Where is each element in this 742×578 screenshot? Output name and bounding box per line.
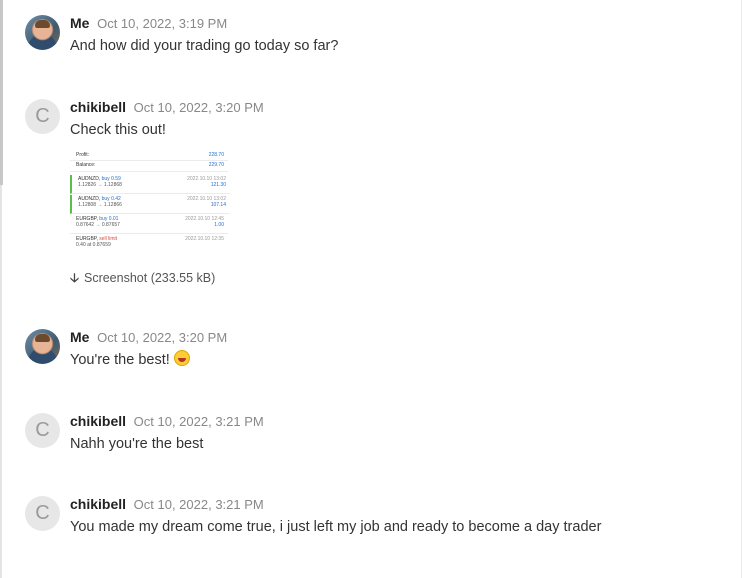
avatar-letter: C [35, 105, 50, 127]
message-text: And how did your trading go today so far… [70, 38, 339, 54]
avatar[interactable]: C [25, 413, 60, 448]
message-timestamp: Oct 10, 2022, 3:19 PM [97, 16, 228, 31]
message-text: You're the best! [70, 350, 610, 371]
download-label: Screenshot (233.55 kB) [83, 271, 216, 285]
avatar[interactable] [25, 329, 60, 364]
sender-name[interactable]: Me [70, 329, 89, 345]
download-arrow-icon: 🡣 [70, 271, 79, 285]
sender-name[interactable]: chikibell [70, 496, 126, 512]
sender-name[interactable]: chikibell [70, 413, 126, 429]
avatar-letter: C [35, 419, 50, 441]
avatar[interactable]: C [25, 496, 60, 531]
avatar-letter: C [35, 502, 50, 524]
summary-row: Balance: 229.70 [70, 161, 228, 172]
trade-row: EURGBP, sell limit 2022.10.10 12:35 0.40… [76, 236, 224, 248]
message-timestamp: Oct 10, 2022, 3:21 PM [133, 497, 264, 512]
sender-name[interactable]: Me [70, 15, 89, 31]
avatar[interactable]: C [25, 99, 60, 134]
avatar[interactable] [25, 15, 60, 50]
screenshot-attachment[interactable]: Profit: 228.70 Balance: 229.70 AUDNZD, b… [70, 151, 230, 256]
trade-row: AUDNZD, buy 0.59 2022.10.10 13:02 1.1282… [70, 175, 230, 194]
message-text: Check this out! [70, 122, 166, 138]
grinning-emoji-icon [173, 350, 190, 366]
trade-row: EURGBP, buy 0.01 2022.10.10 12:45 0.8764… [70, 215, 228, 234]
message-text: You made my dream come true, i just left… [70, 519, 602, 535]
message-timestamp: Oct 10, 2022, 3:20 PM [133, 100, 264, 115]
sender-name[interactable]: chikibell [70, 99, 126, 115]
scrollbar-thumb[interactable] [0, 0, 3, 185]
trade-row: AUDNZD, buy 0.42 2022.10.10 13:02 1.1280… [70, 195, 230, 214]
message-timestamp: Oct 10, 2022, 3:20 PM [97, 330, 228, 345]
summary-row: Profit: 228.70 [70, 151, 228, 161]
message-timestamp: Oct 10, 2022, 3:21 PM [133, 414, 264, 429]
download-link[interactable]: 🡣 Screenshot (233.55 kB) [70, 269, 215, 290]
message-text: Nahh you're the best [70, 436, 204, 452]
